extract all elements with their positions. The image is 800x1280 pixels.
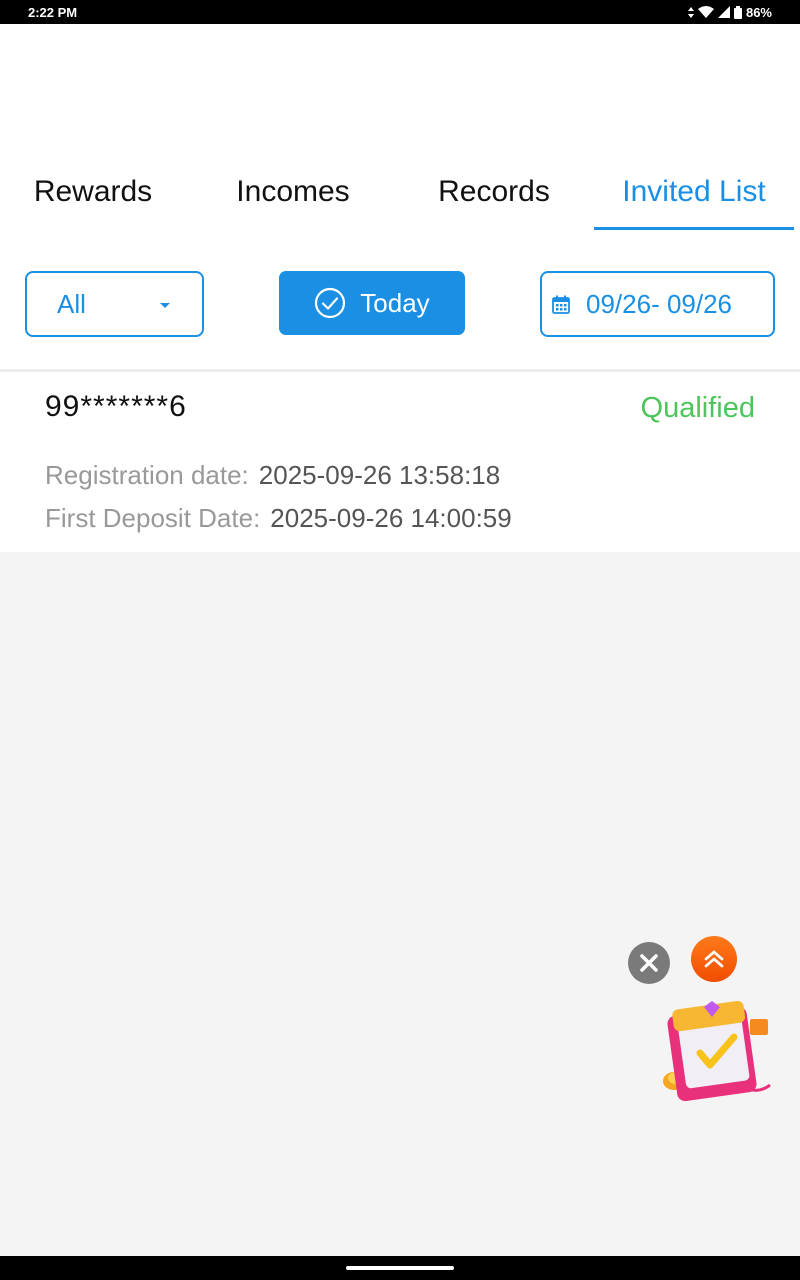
tab-label: Records	[438, 175, 550, 208]
tab-bar: Rewards Incomes Records Invited List	[0, 154, 800, 254]
calendar-icon	[552, 295, 570, 314]
status-bar: 2:22 PM 86%	[0, 0, 800, 24]
first-deposit-date-label: First Deposit Date:	[45, 503, 261, 533]
type-select[interactable]: All	[25, 271, 204, 337]
status-time: 2:22 PM	[28, 4, 78, 20]
tab-invited-list[interactable]: Invited List	[594, 164, 794, 220]
gift-checkin-icon[interactable]	[660, 993, 775, 1105]
tab-rewards[interactable]: Rewards	[0, 164, 186, 220]
invitee-phone: 99*******6	[45, 390, 187, 423]
battery-percent: 86%	[745, 4, 772, 20]
header: Rewards Incomes Records Invited List All…	[0, 24, 800, 369]
battery-icon	[733, 5, 742, 19]
today-button[interactable]: Today	[279, 271, 465, 335]
data-arrows-icon	[687, 6, 694, 18]
registration-date-label: Registration date:	[45, 460, 249, 490]
filter-row: All Today 09/26- 09/26	[0, 271, 800, 337]
status-icons: 86%	[687, 4, 772, 20]
tab-label: Rewards	[33, 175, 153, 208]
registration-date-value: 2025-09-26 13:58:18	[258, 460, 501, 490]
tab-label: Incomes	[236, 175, 350, 208]
tab-incomes[interactable]: Incomes	[193, 164, 393, 220]
home-indicator[interactable]	[346, 1266, 454, 1270]
wifi-icon	[697, 6, 714, 18]
active-tab-indicator	[594, 227, 794, 230]
system-nav-bar	[0, 1256, 800, 1280]
caret-down-icon	[160, 303, 170, 308]
tab-records[interactable]: Records	[394, 164, 594, 220]
scroll-top-button[interactable]	[691, 936, 737, 982]
close-icon	[640, 954, 658, 972]
today-label: Today	[360, 287, 430, 318]
date-range-value: 09/26- 09/26	[586, 288, 733, 319]
list-item: 99*******6 Qualified Registration date: …	[0, 372, 800, 552]
date-range-picker[interactable]: 09/26- 09/26	[540, 271, 775, 337]
double-chevron-up-icon	[704, 950, 724, 968]
type-select-value: All	[57, 288, 86, 319]
close-floating-button[interactable]	[628, 942, 670, 984]
status-badge: Qualified	[640, 392, 755, 424]
first-deposit-date-row: First Deposit Date: 2025-09-26 14:00:59	[45, 503, 512, 534]
registration-date-row: Registration date: 2025-09-26 13:58:18	[45, 460, 500, 491]
tab-label: Invited List	[622, 175, 766, 208]
check-circle-icon	[315, 287, 346, 319]
first-deposit-date-value: 2025-09-26 14:00:59	[270, 503, 512, 533]
signal-icon	[717, 6, 730, 18]
